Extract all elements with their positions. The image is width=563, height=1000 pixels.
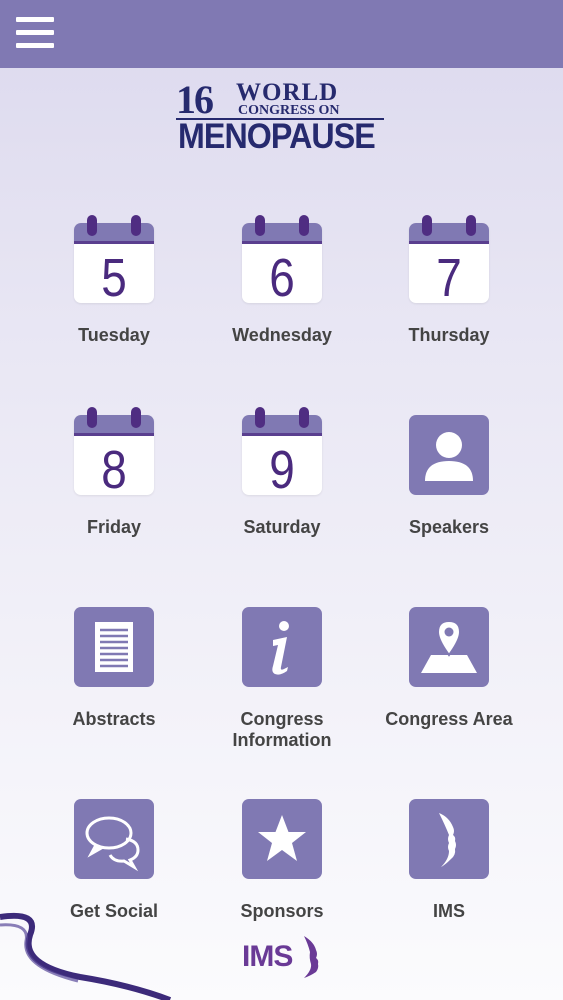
congress-logo: 16 WORLD CONGRESS ON MENOPAUSE (176, 80, 388, 156)
logo-line2: CONGRESS ON (238, 103, 340, 118)
top-bar (0, 0, 563, 68)
tile-label: Saturday (243, 517, 321, 537)
tile-label-line1: Congress (240, 709, 324, 729)
tile-label: Wednesday (232, 325, 332, 345)
document-icon (74, 607, 154, 687)
calendar-day: 5 (101, 248, 127, 303)
chat-bubbles-icon (74, 799, 154, 879)
ims-profile-icon (409, 799, 489, 879)
calendar-day: 7 (436, 248, 462, 303)
ims-footer-logo: IMS (240, 932, 330, 978)
person-icon (409, 415, 489, 495)
tile-label: Abstracts (72, 709, 156, 729)
star-icon (242, 799, 322, 879)
calendar-icon: 9 (242, 407, 322, 495)
calendar-icon: 6 (242, 215, 322, 303)
info-icon (242, 607, 322, 687)
tile-label: Sponsors (240, 901, 324, 921)
calendar-icon: 7 (409, 215, 489, 303)
calendar-day: 8 (101, 440, 127, 495)
calendar-icon: 5 (74, 215, 154, 303)
calendar-icon: 8 (74, 407, 154, 495)
ims-profile-icon (304, 936, 319, 978)
logo-line3: MENOPAUSE (178, 117, 376, 156)
tile-label: Tuesday (78, 325, 150, 345)
map-pin-icon (409, 607, 489, 687)
tile-label: Speakers (408, 517, 490, 537)
calendar-day: 6 (269, 248, 295, 303)
tile-label-line2: Information (232, 730, 332, 750)
logo-number: 16 (176, 77, 214, 122)
calendar-day: 9 (269, 440, 295, 495)
tile-label: Friday (86, 517, 142, 537)
tile-label: Congress Information (198, 709, 366, 751)
ribbon-decoration (0, 912, 172, 1000)
tile-label: IMS (432, 901, 465, 921)
logo-line1: WORLD (236, 79, 339, 106)
ims-footer-text: IMS (242, 940, 293, 973)
tile-label: Thursday (408, 325, 490, 345)
hamburger-menu-icon[interactable] (16, 17, 54, 49)
tile-label: Congress Area (385, 709, 513, 729)
